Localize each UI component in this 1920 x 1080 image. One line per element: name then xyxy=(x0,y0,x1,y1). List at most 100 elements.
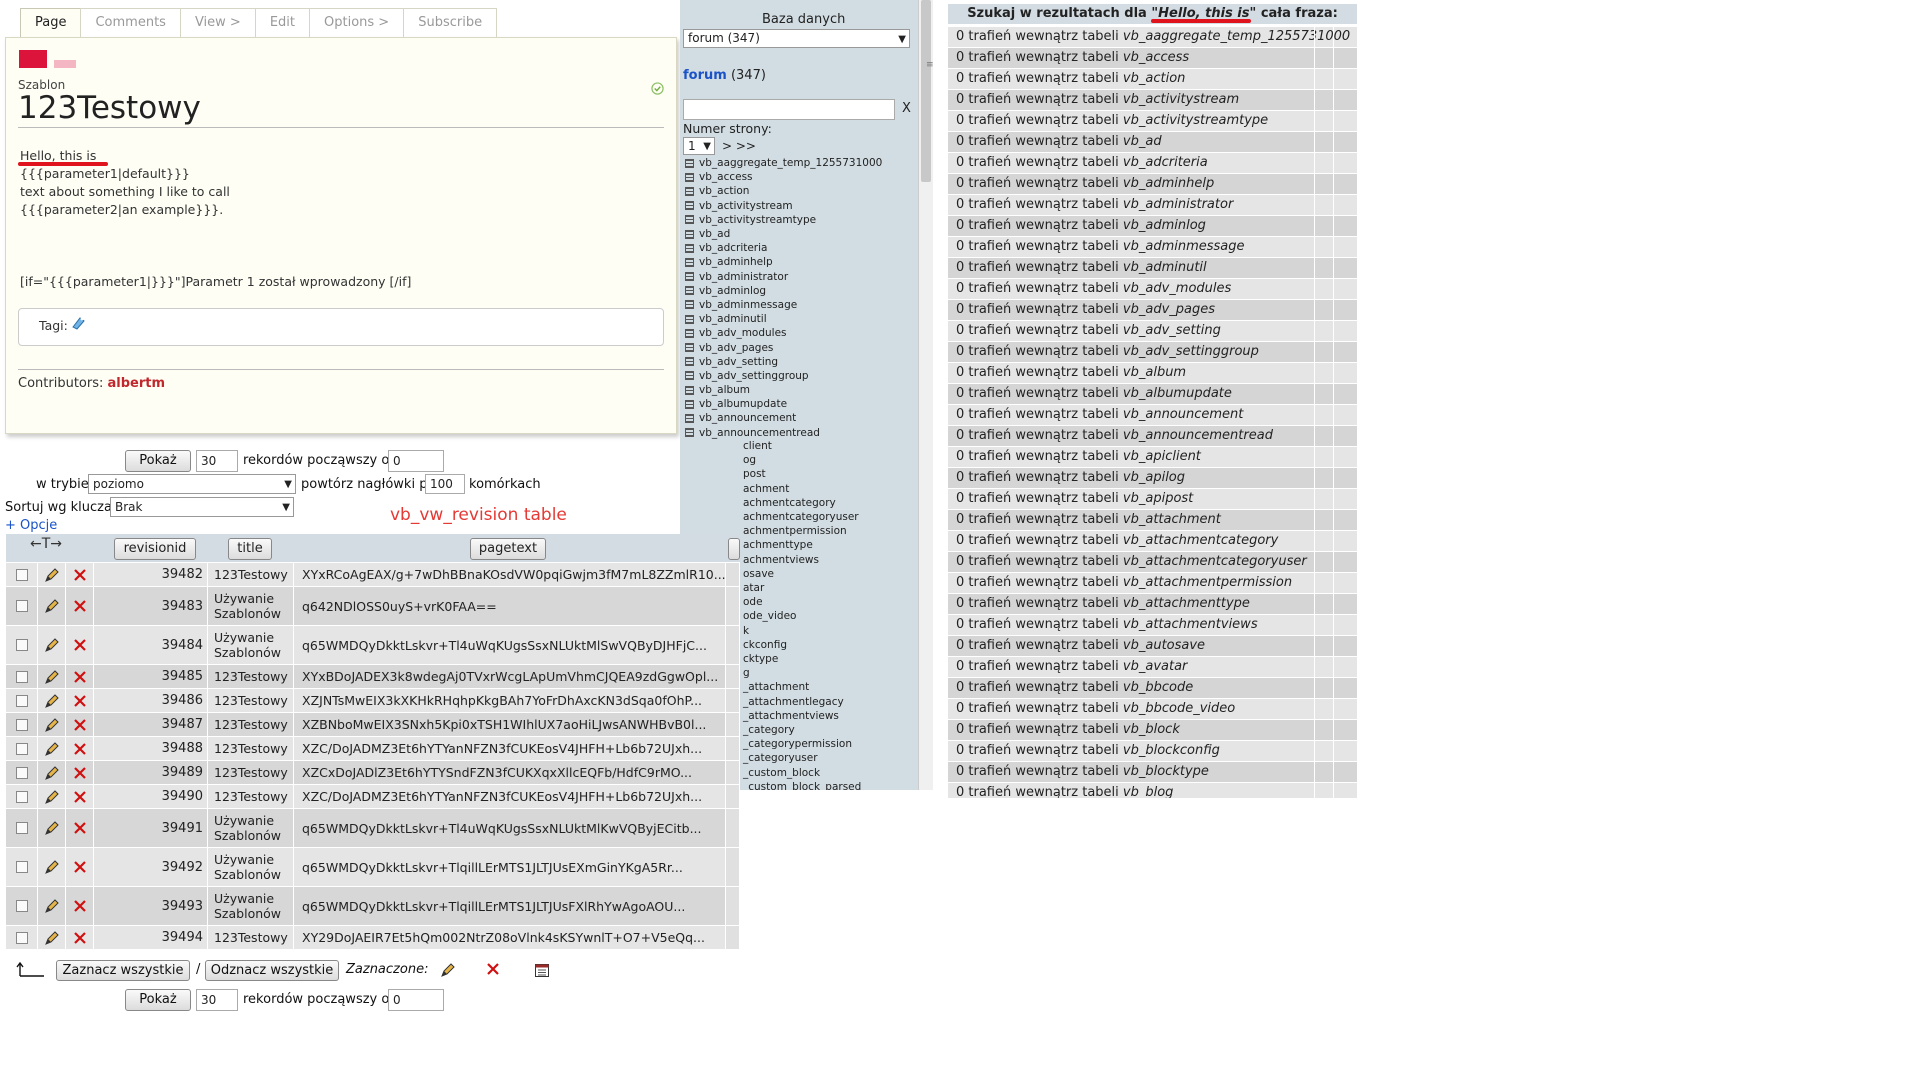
table-list-item-cut[interactable]: _categoryuser xyxy=(743,752,818,764)
table-icon[interactable] xyxy=(685,413,694,423)
delete-icon[interactable] xyxy=(73,568,87,582)
result-table-name[interactable]: vb_action xyxy=(1123,71,1185,86)
result-browse-cell[interactable] xyxy=(1314,489,1333,509)
show-button-bottom[interactable]: Pokaż xyxy=(125,989,191,1011)
table-list-item-cut[interactable]: og xyxy=(743,454,756,466)
result-table-name[interactable]: vb_apiclient xyxy=(1123,449,1201,464)
column-more[interactable] xyxy=(728,538,740,560)
table-list-item[interactable]: vb_action xyxy=(685,184,882,198)
options-link[interactable]: + Opcje xyxy=(5,518,57,533)
result-table-name[interactable]: vb_administrator xyxy=(1123,197,1233,212)
result-browse-cell[interactable] xyxy=(1314,531,1333,551)
result-browse-cell[interactable] xyxy=(1314,783,1333,798)
table-icon[interactable] xyxy=(685,186,694,196)
table-list-item[interactable]: vb_adminmessage xyxy=(685,298,882,312)
delete-icon[interactable] xyxy=(73,821,87,835)
result-table-name[interactable]: vb_announcement xyxy=(1123,407,1243,422)
table-list-item[interactable]: vb_adminlog xyxy=(685,284,882,298)
table-list-item-cut[interactable]: cktype xyxy=(743,653,778,665)
edit-icon[interactable] xyxy=(44,693,60,709)
result-delete-cell[interactable] xyxy=(1333,237,1352,257)
result-table-name[interactable]: vb_attachment xyxy=(1123,512,1221,527)
result-delete-cell[interactable] xyxy=(1333,69,1352,89)
table-list-item[interactable]: vb_ad xyxy=(685,227,882,241)
edit-icon[interactable] xyxy=(44,898,60,914)
result-table-name[interactable]: vb_attachmentcategory xyxy=(1123,533,1278,548)
result-browse-cell[interactable] xyxy=(1314,447,1333,467)
repeat-headers-input[interactable]: 100 xyxy=(425,474,465,494)
result-delete-cell[interactable] xyxy=(1333,510,1352,530)
result-browse-cell[interactable] xyxy=(1314,636,1333,656)
delete-icon[interactable] xyxy=(73,860,87,874)
edit-icon[interactable] xyxy=(44,789,60,805)
result-browse-cell[interactable] xyxy=(1314,237,1333,257)
result-browse-cell[interactable] xyxy=(1314,132,1333,152)
table-list-item-cut[interactable]: achmentcategoryuser xyxy=(743,511,859,523)
delete-icon[interactable] xyxy=(73,766,87,780)
delete-icon[interactable] xyxy=(73,899,87,913)
result-browse-cell[interactable] xyxy=(1314,468,1333,488)
result-delete-cell[interactable] xyxy=(1333,762,1352,782)
result-table-name[interactable]: vb_adminlog xyxy=(1123,218,1206,233)
result-table-name[interactable]: vb_adv_settinggroup xyxy=(1123,344,1259,359)
edit-icon[interactable] xyxy=(44,567,60,583)
result-delete-cell[interactable] xyxy=(1333,90,1352,110)
column-arrows[interactable]: ←T→ xyxy=(30,536,62,552)
result-browse-cell[interactable] xyxy=(1314,153,1333,173)
nav-scrollbar-thumb[interactable]: ≡ xyxy=(921,0,934,182)
result-delete-cell[interactable] xyxy=(1333,342,1352,362)
tab-options[interactable]: Options > xyxy=(309,8,405,37)
result-delete-cell[interactable] xyxy=(1333,132,1352,152)
result-delete-cell[interactable] xyxy=(1333,426,1352,446)
result-browse-cell[interactable] xyxy=(1314,699,1333,719)
table-list-item-cut[interactable]: _custom_block_parsed xyxy=(743,781,861,790)
table-icon[interactable] xyxy=(685,300,694,310)
result-table-name[interactable]: vb_bbcode xyxy=(1123,680,1193,695)
table-list-item-cut[interactable]: _custom_block xyxy=(743,767,820,779)
offset-input-bottom[interactable]: 0 xyxy=(388,989,444,1011)
table-list-item[interactable]: vb_announcement xyxy=(685,411,882,425)
result-table-name[interactable]: vb_avatar xyxy=(1123,659,1187,674)
result-browse-cell[interactable] xyxy=(1314,615,1333,635)
result-delete-cell[interactable] xyxy=(1333,489,1352,509)
table-icon[interactable] xyxy=(685,286,694,296)
table-list-item-cut[interactable]: _attachmentviews xyxy=(743,710,839,722)
tab-view[interactable]: View > xyxy=(179,8,256,37)
delete-icon[interactable] xyxy=(73,694,87,708)
row-checkbox[interactable] xyxy=(15,742,28,755)
edit-icon[interactable] xyxy=(44,669,60,685)
table-list-item-cut[interactable]: achmentcategory xyxy=(743,497,836,509)
column-title[interactable]: title xyxy=(228,538,272,560)
result-table-name[interactable]: vb_ad xyxy=(1123,134,1162,149)
delete-icon[interactable] xyxy=(73,599,87,613)
table-list-item[interactable]: vb_album xyxy=(685,383,882,397)
result-delete-cell[interactable] xyxy=(1333,321,1352,341)
table-icon[interactable] xyxy=(685,158,694,168)
result-delete-cell[interactable] xyxy=(1333,531,1352,551)
result-browse-cell[interactable] xyxy=(1314,363,1333,383)
result-table-name[interactable]: vb_album xyxy=(1123,365,1186,380)
result-browse-cell[interactable] xyxy=(1314,90,1333,110)
result-delete-cell[interactable] xyxy=(1333,258,1352,278)
result-delete-cell[interactable] xyxy=(1333,174,1352,194)
column-revisionid[interactable]: revisionid xyxy=(114,538,196,560)
row-checkbox[interactable] xyxy=(15,670,28,683)
table-list-item-cut[interactable]: achmentviews xyxy=(743,554,819,566)
table-icon[interactable] xyxy=(685,272,694,282)
table-list-item-cut[interactable]: ode xyxy=(743,596,763,608)
result-browse-cell[interactable] xyxy=(1314,69,1333,89)
result-browse-cell[interactable] xyxy=(1314,111,1333,131)
result-table-name[interactable]: vb_activitystream xyxy=(1123,92,1239,107)
table-list-item-cut[interactable]: k xyxy=(743,625,749,637)
result-delete-cell[interactable] xyxy=(1333,111,1352,131)
result-table-name[interactable]: vb_adcriteria xyxy=(1123,155,1208,170)
table-list-item-cut[interactable]: atar xyxy=(743,582,764,594)
result-table-name[interactable]: vb_activitystreamtype xyxy=(1123,113,1268,128)
select-all-button[interactable]: Zaznacz wszystkie xyxy=(56,960,190,981)
result-browse-cell[interactable] xyxy=(1314,279,1333,299)
result-delete-cell[interactable] xyxy=(1333,783,1352,798)
result-browse-cell[interactable] xyxy=(1314,300,1333,320)
row-checkbox[interactable] xyxy=(15,568,28,581)
result-delete-cell[interactable] xyxy=(1333,615,1352,635)
table-list-item-cut[interactable]: achment xyxy=(743,483,789,495)
